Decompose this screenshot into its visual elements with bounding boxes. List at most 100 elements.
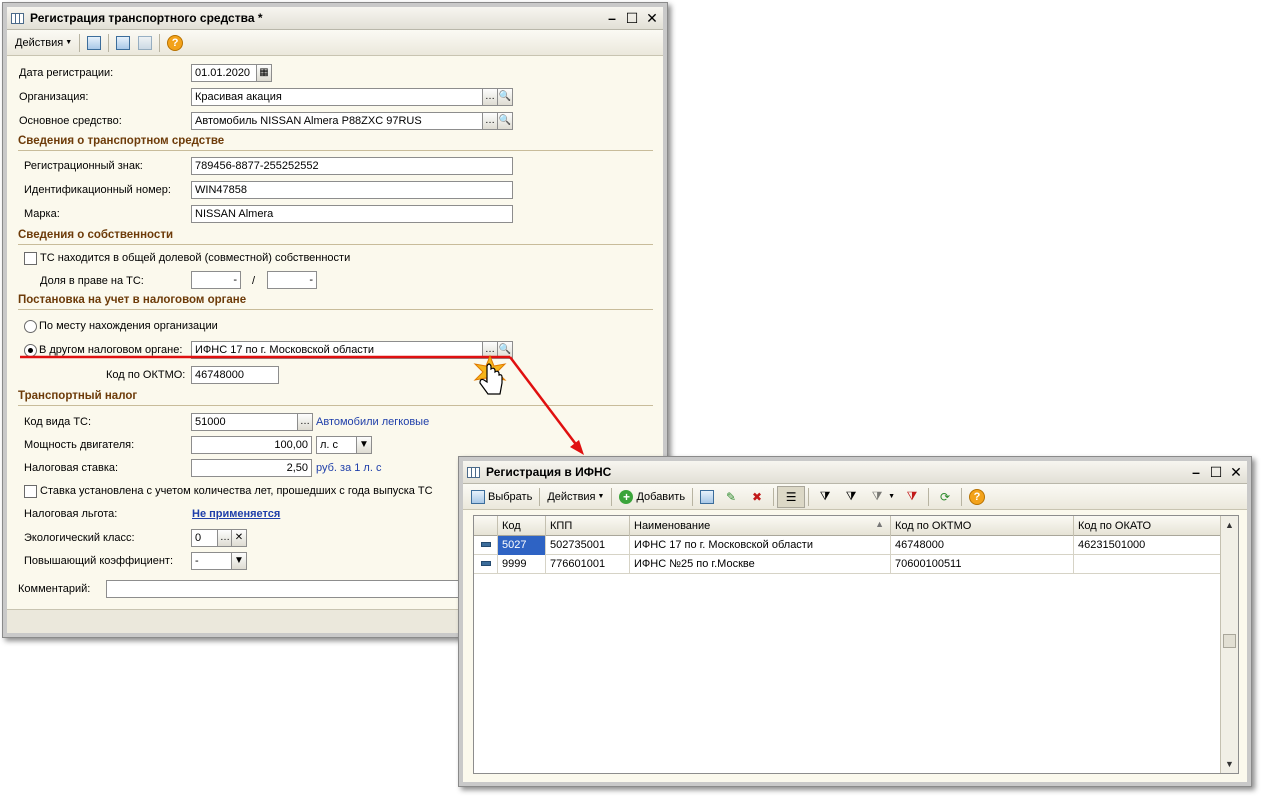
search-icon[interactable]: 🔍 xyxy=(497,88,513,106)
share-label: Доля в праве на ТС: xyxy=(40,275,144,287)
eco-class-field[interactable]: 0 xyxy=(191,529,219,547)
oktmo-field[interactable]: 46748000 xyxy=(191,366,279,384)
filter-value-icon: ⧩ xyxy=(845,489,857,503)
row-item-icon xyxy=(481,542,491,547)
brand-field[interactable]: NISSAN Almera xyxy=(191,205,513,223)
comment-label: Комментарий: xyxy=(18,583,91,595)
share-denominator-field[interactable]: - xyxy=(267,271,317,289)
minimize-icon[interactable]: – xyxy=(1187,463,1205,481)
scroll-down-icon[interactable]: ▼ xyxy=(1221,755,1238,773)
maximize-icon[interactable]: ☐ xyxy=(623,9,641,27)
coefficient-select[interactable]: - xyxy=(191,552,233,570)
filter-button[interactable]: ⧩ xyxy=(812,486,838,508)
select-button[interactable]: … xyxy=(482,341,498,359)
delete-button[interactable]: ✖ xyxy=(744,486,770,508)
clear-filter-button[interactable]: ⧩ xyxy=(899,486,925,508)
sort-asc-icon: ▲ xyxy=(875,519,884,529)
actions-menu[interactable]: Действия ▼ xyxy=(11,32,76,54)
cell-code[interactable]: 9999 xyxy=(498,555,546,574)
radio-other-office-label: В другом налоговом органе: xyxy=(39,344,183,356)
column-header-kpp[interactable]: КПП xyxy=(546,516,630,536)
cell-kpp[interactable]: 776601001 xyxy=(546,555,630,574)
org-field[interactable]: Красивая акация xyxy=(191,88,483,106)
shared-ownership-checkbox[interactable] xyxy=(24,252,37,265)
vehicle-kind-field[interactable]: 51000 xyxy=(191,413,299,431)
column-header-oktmo[interactable]: Код по ОКТМО xyxy=(891,516,1074,536)
filter-icon: ⧩ xyxy=(819,489,831,503)
refresh-button[interactable]: ⟳ xyxy=(932,486,958,508)
tax-rate-field[interactable]: 2,50 xyxy=(191,459,312,477)
caret-down-icon: ▼ xyxy=(597,493,605,500)
column-header-name[interactable]: Наименование ▲ xyxy=(630,516,891,536)
other-office-field[interactable]: ИФНС 17 по г. Московской области xyxy=(191,341,483,359)
reg-date-field[interactable]: 01.01.2020 xyxy=(191,64,257,82)
vehicle-kind-description: Автомобили легковые xyxy=(316,416,430,428)
asset-field[interactable]: Автомобиль NISSAN Almera P88ZXC 97RUS xyxy=(191,112,483,130)
vehicle-kind-label: Код вида ТС: xyxy=(24,416,92,428)
asset-label: Основное средство: xyxy=(19,115,122,127)
reg-sign-label: Регистрационный знак: xyxy=(24,160,143,172)
copy-button[interactable] xyxy=(696,486,718,508)
chevron-down-icon[interactable]: ▼ xyxy=(231,552,247,570)
close-icon[interactable]: ✕ xyxy=(1227,463,1245,481)
filter-value-button[interactable]: ⧩ xyxy=(838,486,864,508)
hierarchy-button[interactable]: ☰ xyxy=(777,485,806,508)
column-header-code[interactable]: Код xyxy=(498,516,546,536)
close-icon[interactable]: ✕ xyxy=(643,9,661,27)
tax-benefit-link[interactable]: Не применяется xyxy=(192,508,280,520)
section-tax-title: Транспортный налог xyxy=(18,390,138,402)
cell-oktmo[interactable]: 70600100511 xyxy=(891,555,1074,574)
save-close-button[interactable] xyxy=(83,32,105,54)
clear-icon[interactable]: ✕ xyxy=(231,529,247,547)
section-ownership-title: Сведения о собственности xyxy=(18,229,174,241)
copy-button[interactable] xyxy=(134,32,156,54)
table-row[interactable]: 5027 502735001 ИФНС 17 по г. Московской … xyxy=(474,536,1220,555)
engine-power-field[interactable]: 100,00 xyxy=(191,436,312,454)
minimize-icon[interactable]: – xyxy=(603,9,621,27)
brand-label: Марка: xyxy=(24,208,60,220)
row-item-icon xyxy=(481,561,491,566)
scroll-up-icon[interactable]: ▲ xyxy=(1221,516,1238,534)
help-button[interactable]: ? xyxy=(163,32,187,54)
power-unit-select[interactable]: л. с xyxy=(316,436,358,454)
edit-button[interactable]: ✎ xyxy=(718,486,744,508)
chevron-down-icon[interactable]: ▼ xyxy=(356,436,372,454)
coefficient-label: Повышающий коэффициент: xyxy=(24,555,174,567)
help-button[interactable]: ? xyxy=(965,486,989,508)
reg-sign-field[interactable]: 789456-8877-255252552 xyxy=(191,157,513,175)
dialog-actions-menu[interactable]: Действия ▼ xyxy=(543,486,608,508)
refresh-button[interactable] xyxy=(112,32,134,54)
select-item-button[interactable]: Выбрать xyxy=(467,486,536,508)
select-button[interactable]: … xyxy=(297,413,313,431)
maximize-icon[interactable]: ☐ xyxy=(1207,463,1225,481)
column-header-okato[interactable]: Код по ОКАТО xyxy=(1074,516,1222,536)
years-rate-checkbox[interactable] xyxy=(24,485,37,498)
vin-label: Идентификационный номер: xyxy=(24,184,171,196)
cell-okato[interactable]: 46231501000 xyxy=(1074,536,1222,555)
list-icon xyxy=(467,466,480,478)
radio-other-office[interactable] xyxy=(24,344,37,357)
radio-org-location[interactable] xyxy=(24,320,37,333)
copy-icon xyxy=(138,35,153,50)
scroll-thumb[interactable] xyxy=(1223,634,1236,648)
search-icon[interactable]: 🔍 xyxy=(497,341,513,359)
help-icon: ? xyxy=(969,488,986,505)
vertical-scrollbar[interactable]: ▲ ▼ xyxy=(1220,516,1238,773)
table-row[interactable]: 9999 776601001 ИФНС №25 по г.Москве 7060… xyxy=(474,555,1220,574)
cell-oktmo[interactable]: 46748000 xyxy=(891,536,1074,555)
save-close-icon xyxy=(87,35,102,50)
cell-code[interactable]: 5027 xyxy=(498,536,546,555)
cell-kpp[interactable]: 502735001 xyxy=(546,536,630,555)
filter-history-icon: ⧩ xyxy=(871,489,883,503)
add-button[interactable]: + Добавить xyxy=(615,486,689,508)
cell-okato[interactable] xyxy=(1074,555,1222,574)
cell-name[interactable]: ИФНС №25 по г.Москве xyxy=(630,555,891,574)
share-numerator-field[interactable]: - xyxy=(191,271,241,289)
calendar-icon[interactable]: ▦ xyxy=(256,64,272,82)
select-button[interactable]: … xyxy=(482,112,498,130)
cell-name[interactable]: ИФНС 17 по г. Московской области xyxy=(630,536,891,555)
select-button[interactable]: … xyxy=(482,88,498,106)
search-icon[interactable]: 🔍 xyxy=(497,112,513,130)
vin-field[interactable]: WIN47858 xyxy=(191,181,513,199)
filter-history-button[interactable]: ⧩ ▼ xyxy=(864,486,899,508)
